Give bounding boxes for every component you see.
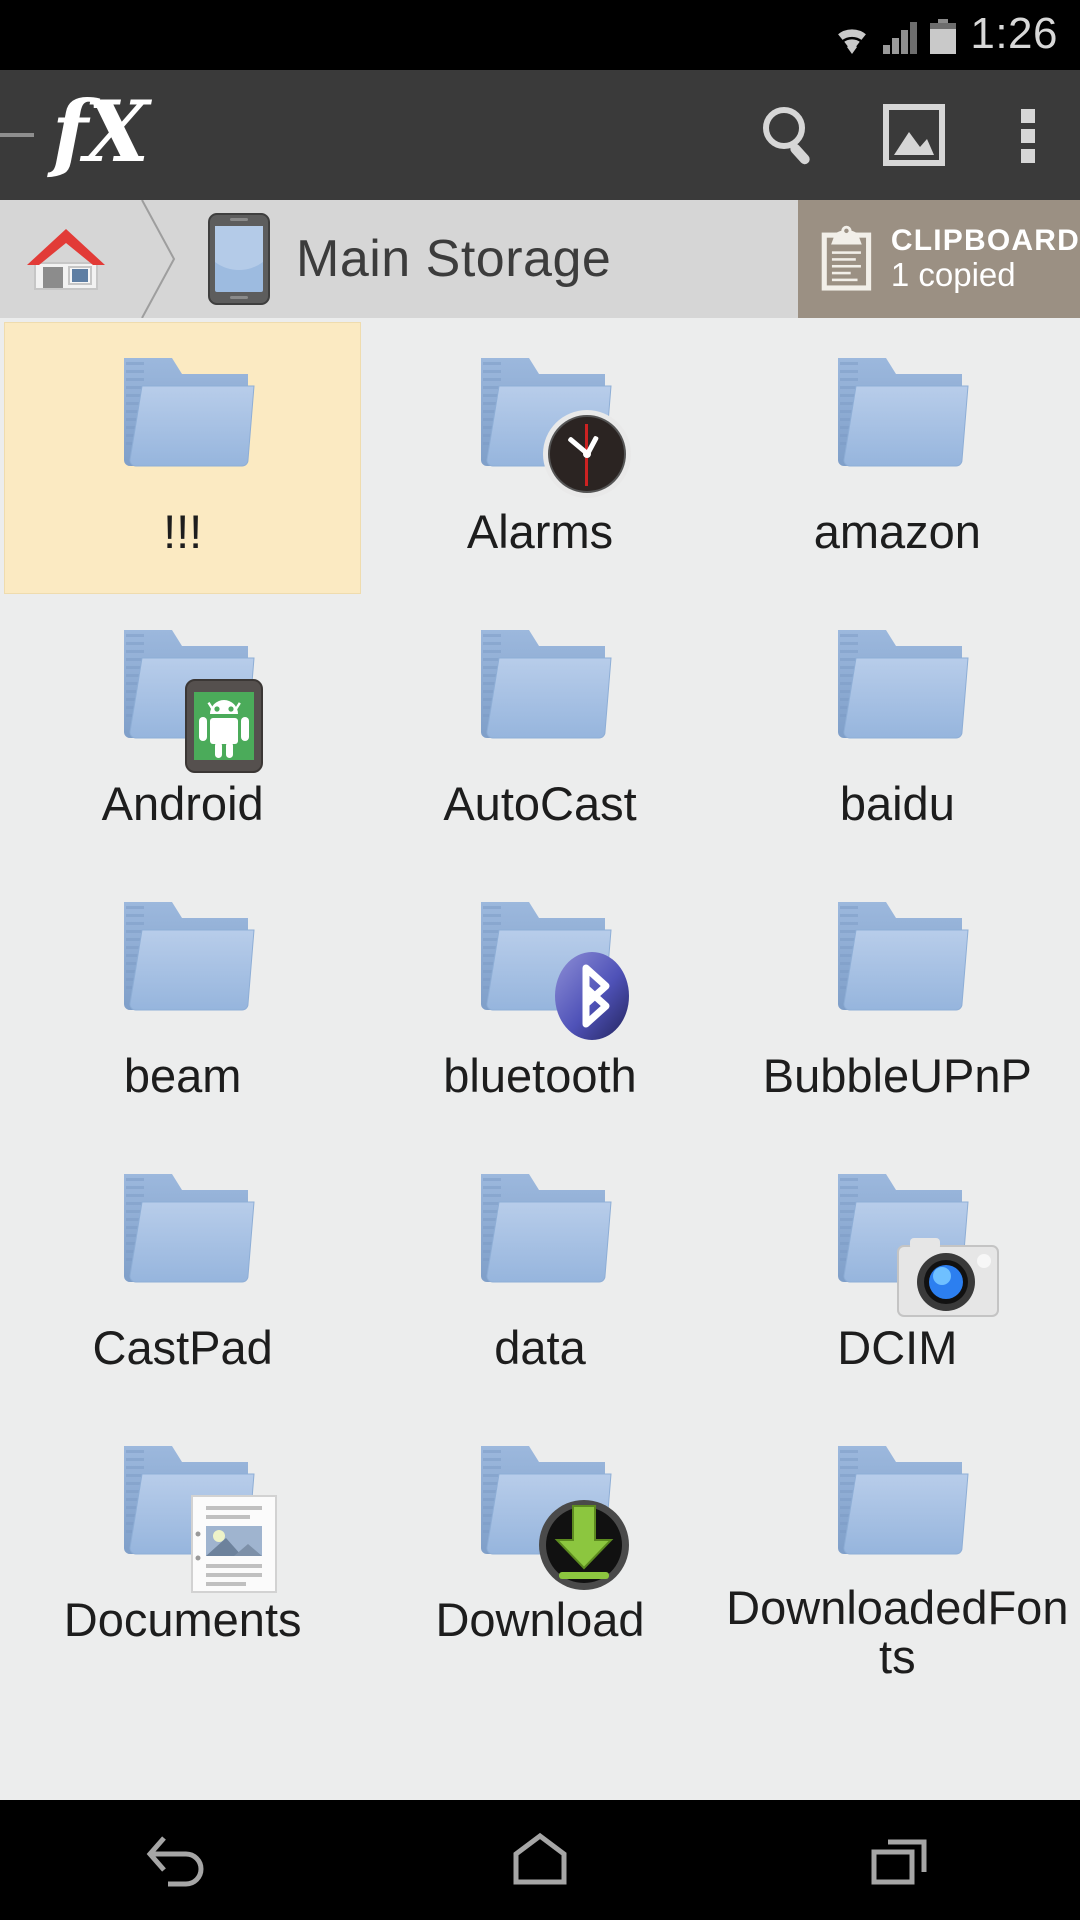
- back-button[interactable]: [80, 1800, 280, 1920]
- phone-icon: [208, 213, 270, 305]
- file-grid-item[interactable]: !!!: [4, 322, 362, 594]
- clipboard-title: CLIPBOARD: [890, 223, 1080, 257]
- file-icon: [451, 1428, 629, 1590]
- signal-icon: [883, 22, 918, 54]
- status-bar-clock: 1:26: [970, 9, 1058, 58]
- file-icon: [94, 1156, 272, 1306]
- breadcrumb-path-label: Main Storage: [296, 230, 612, 288]
- file-icon: [808, 884, 986, 1034]
- search-icon: [763, 107, 810, 165]
- file-icon: [808, 1156, 1000, 1317]
- phone-screen: 1:26 fX Main Storage CLIPBOARD 1 copied …: [0, 0, 1080, 1920]
- file-grid-item[interactable]: Alarms: [361, 322, 718, 594]
- file-icon: [808, 1428, 986, 1566]
- android-icon: [184, 679, 263, 773]
- folder-icon: [838, 358, 969, 467]
- file-grid-item[interactable]: DownloadedFonts: [719, 1410, 1076, 1682]
- file-grid-item[interactable]: bluetooth: [361, 866, 718, 1138]
- clipboard-subtitle: 1 copied: [890, 256, 1016, 294]
- search-button[interactable]: [728, 70, 852, 200]
- recents-button[interactable]: [800, 1800, 1000, 1920]
- action-bar: fX: [0, 70, 1080, 200]
- navigation-bar: [0, 1800, 1080, 1920]
- file-icon: [451, 612, 629, 762]
- file-name-label: data: [494, 1321, 586, 1374]
- file-grid-item[interactable]: Download: [361, 1410, 718, 1682]
- file-name-label: BubbleUPnP: [762, 1049, 1032, 1102]
- file-icon: [94, 1428, 277, 1593]
- file-name-label: DCIM: [837, 1321, 958, 1374]
- file-name-label: baidu: [839, 777, 955, 830]
- folder-icon: [480, 1174, 612, 1283]
- overflow-menu-button[interactable]: [976, 70, 1080, 200]
- file-name-label: amazon: [813, 505, 981, 558]
- file-name-label: Documents: [63, 1593, 302, 1646]
- bluetooth-icon: [554, 952, 629, 1040]
- breadcrumb-home-item[interactable]: [0, 200, 132, 318]
- file-icon: [808, 612, 986, 762]
- file-grid-item[interactable]: amazon: [719, 322, 1076, 594]
- overflow-menu-icon: [1021, 109, 1035, 163]
- back-arrow-icon: [146, 1836, 204, 1887]
- folder-icon: [838, 902, 969, 1011]
- folder-icon: [838, 1446, 969, 1555]
- file-icon: [451, 1156, 629, 1306]
- clipboard-text: CLIPBOARD 1 copied: [891, 224, 1080, 295]
- file-name-label: AutoCast: [443, 777, 637, 830]
- gallery-button[interactable]: [852, 70, 976, 200]
- status-bar-icons: [832, 15, 958, 55]
- file-name-label: Download: [435, 1593, 645, 1646]
- file-grid-item[interactable]: baidu: [719, 594, 1076, 866]
- file-grid-item[interactable]: Documents: [4, 1410, 361, 1682]
- home-button[interactable]: [440, 1800, 640, 1920]
- file-name-label: Alarms: [466, 505, 614, 558]
- clock-icon: [542, 410, 631, 498]
- breadcrumb: Main Storage CLIPBOARD 1 copied: [0, 200, 1080, 318]
- clipboard-icon: [821, 225, 872, 291]
- file-name-label: bluetooth: [443, 1049, 637, 1102]
- file-icon: [94, 340, 272, 490]
- folder-icon: [123, 902, 255, 1011]
- recents-icon: [871, 1839, 927, 1885]
- file-icon: [94, 884, 272, 1034]
- app-logo[interactable]: fX: [52, 90, 149, 180]
- clipboard-button[interactable]: CLIPBOARD 1 copied: [798, 200, 1080, 318]
- folder-icon: [123, 358, 255, 467]
- up-navigation-icon[interactable]: [0, 133, 34, 137]
- file-name-label: !!!: [163, 505, 203, 558]
- file-grid-item[interactable]: AutoCast: [361, 594, 718, 866]
- file-grid-item[interactable]: BubbleUPnP: [719, 866, 1076, 1138]
- document-icon: [190, 1495, 277, 1593]
- chevron-right-icon: [141, 200, 176, 318]
- download-icon: [538, 1500, 629, 1590]
- gallery-icon: [883, 104, 945, 166]
- wifi-icon: [834, 26, 871, 55]
- file-name-label: CastPad: [92, 1321, 273, 1374]
- home-icon: [27, 229, 105, 290]
- file-name-label: Android: [101, 777, 264, 830]
- breadcrumb-separator: [132, 200, 188, 318]
- file-grid-item[interactable]: beam: [4, 866, 361, 1138]
- breadcrumb-current-item[interactable]: Main Storage: [188, 200, 798, 318]
- folder-icon: [838, 630, 969, 739]
- file-grid: !!! Alarms amazon Android AutoCast baidu…: [0, 318, 1080, 1800]
- status-bar: 1:26: [0, 0, 1080, 70]
- file-grid-item[interactable]: CastPad: [4, 1138, 361, 1410]
- file-icon: [451, 884, 629, 1040]
- file-name-label: DownloadedFonts: [726, 1581, 1069, 1684]
- file-icon: [808, 340, 986, 490]
- file-name-label: beam: [123, 1049, 242, 1102]
- battery-icon: [930, 19, 957, 54]
- folder-icon: [123, 1174, 255, 1283]
- camera-icon: [897, 1238, 1000, 1317]
- file-grid-item[interactable]: Android: [4, 594, 361, 866]
- home-outline-icon: [513, 1832, 567, 1885]
- folder-icon: [480, 630, 612, 739]
- file-icon: [94, 612, 272, 773]
- file-icon: [451, 340, 631, 498]
- file-grid-item[interactable]: DCIM: [719, 1138, 1076, 1410]
- file-grid-item[interactable]: data: [361, 1138, 718, 1410]
